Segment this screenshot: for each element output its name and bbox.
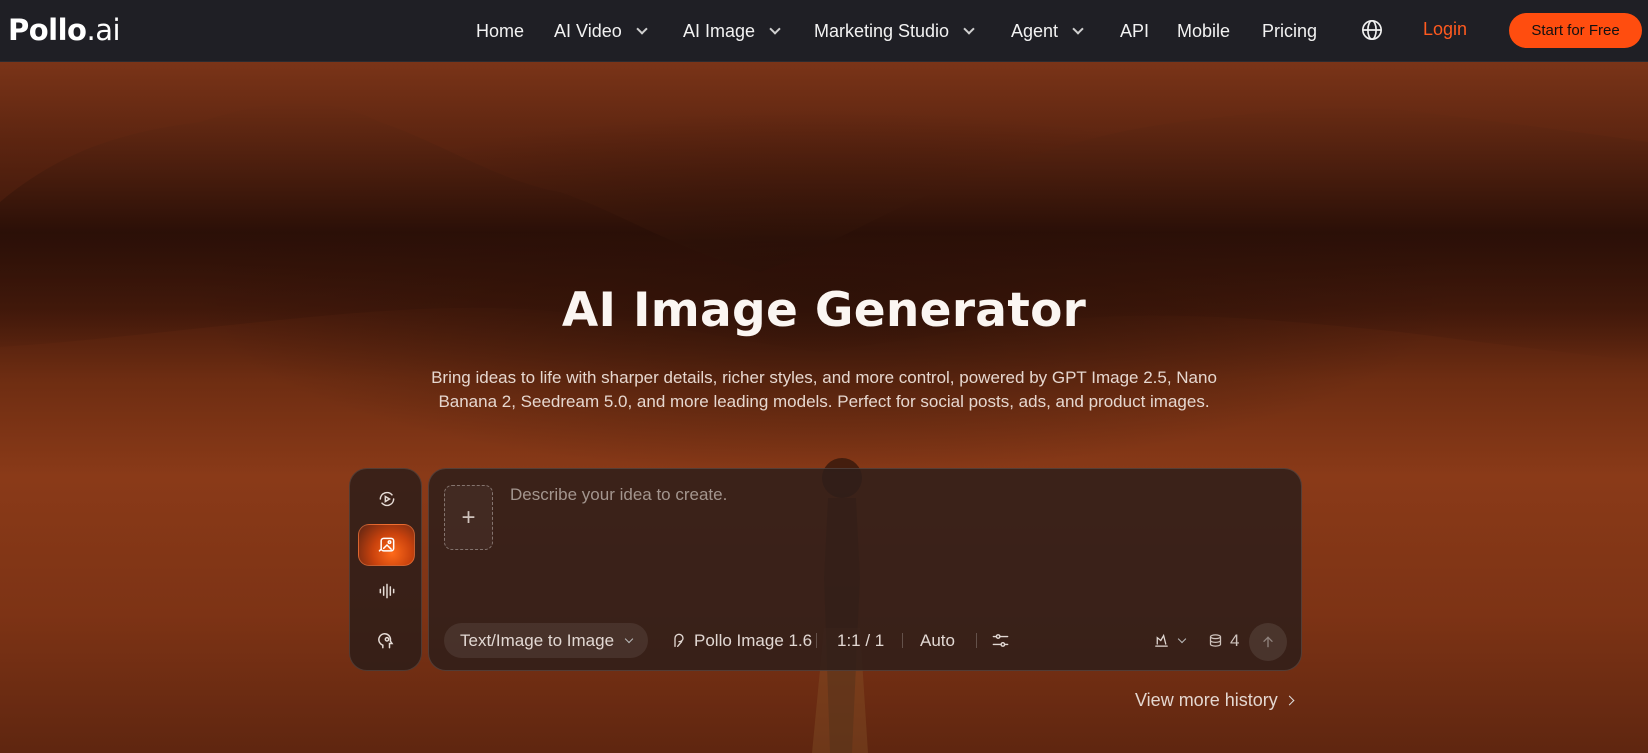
chevron-down-icon (1177, 634, 1187, 643)
pollo-model-icon (674, 633, 684, 647)
nav-agent[interactable]: Agent (1011, 19, 1084, 43)
arrow-up-icon (1263, 636, 1273, 648)
start-for-free-button[interactable]: Start for Free (1509, 13, 1642, 48)
mode-select[interactable]: Text/Image to Image (444, 623, 648, 658)
chevron-right-icon (1284, 695, 1295, 706)
prompt-input[interactable] (510, 485, 1270, 575)
chevron-down-icon (963, 22, 975, 35)
reeds-silhouette (0, 103, 1648, 362)
login-link[interactable]: Login (1423, 19, 1467, 40)
nav-marketing-studio[interactable]: Marketing Studio (814, 19, 975, 43)
prompt-card: + Text/Image to Image Pollo Image 1.6 1:… (428, 468, 1302, 671)
video-icon (379, 491, 394, 507)
credits-indicator: 4 (1208, 623, 1239, 658)
top-navigation: Pollo.ai Home AI Video AI Image Marketin… (0, 0, 1648, 62)
divider (902, 633, 903, 648)
model-select[interactable]: Pollo Image 1.6 (671, 623, 812, 658)
nav-pricing[interactable]: Pricing (1262, 19, 1317, 43)
coins-icon (1209, 634, 1222, 647)
mode-rail (349, 468, 422, 671)
avatar-head-icon (377, 633, 393, 649)
image-icon (378, 537, 394, 552)
settings-button[interactable] (991, 623, 1010, 658)
nav-mobile[interactable]: Mobile (1177, 19, 1230, 43)
rail-avatar-button[interactable] (358, 620, 415, 662)
page: Pollo.ai Home AI Video AI Image Marketin… (0, 0, 1648, 753)
audio-wave-icon (379, 583, 394, 599)
globe-icon[interactable] (1361, 19, 1383, 41)
divider (816, 633, 817, 648)
sliders-icon (992, 634, 1009, 647)
chevron-down-icon (636, 22, 648, 35)
prompt-toolbar: Text/Image to Image Pollo Image 1.6 1:1 … (444, 623, 1288, 661)
style-select[interactable] (1153, 623, 1187, 658)
upload-image-button[interactable]: + (444, 485, 493, 550)
ratio-select[interactable]: 1:1 / 1 (837, 623, 884, 658)
quality-select[interactable]: Auto (920, 623, 955, 658)
plus-icon: + (461, 503, 476, 531)
chevron-down-icon (769, 22, 781, 35)
rail-video-button[interactable] (358, 478, 415, 520)
nav-ai-video[interactable]: AI Video (554, 19, 648, 43)
chevron-down-icon (1072, 22, 1084, 35)
chevron-down-icon (624, 634, 634, 643)
rail-audio-button[interactable] (358, 570, 415, 612)
view-more-history-link[interactable]: View more history (1135, 690, 1295, 711)
rail-image-button[interactable] (358, 524, 415, 566)
hero-subtitle: Bring ideas to life with sharper details… (431, 368, 1217, 411)
nav-ai-image[interactable]: AI Image (683, 19, 781, 43)
nav-api[interactable]: API (1120, 19, 1149, 43)
style-brush-icon (1155, 633, 1168, 647)
nav-home[interactable]: Home (476, 19, 524, 43)
page-title: AI Image Generator (561, 283, 1087, 338)
send-button[interactable] (1249, 623, 1287, 661)
divider (976, 633, 977, 648)
